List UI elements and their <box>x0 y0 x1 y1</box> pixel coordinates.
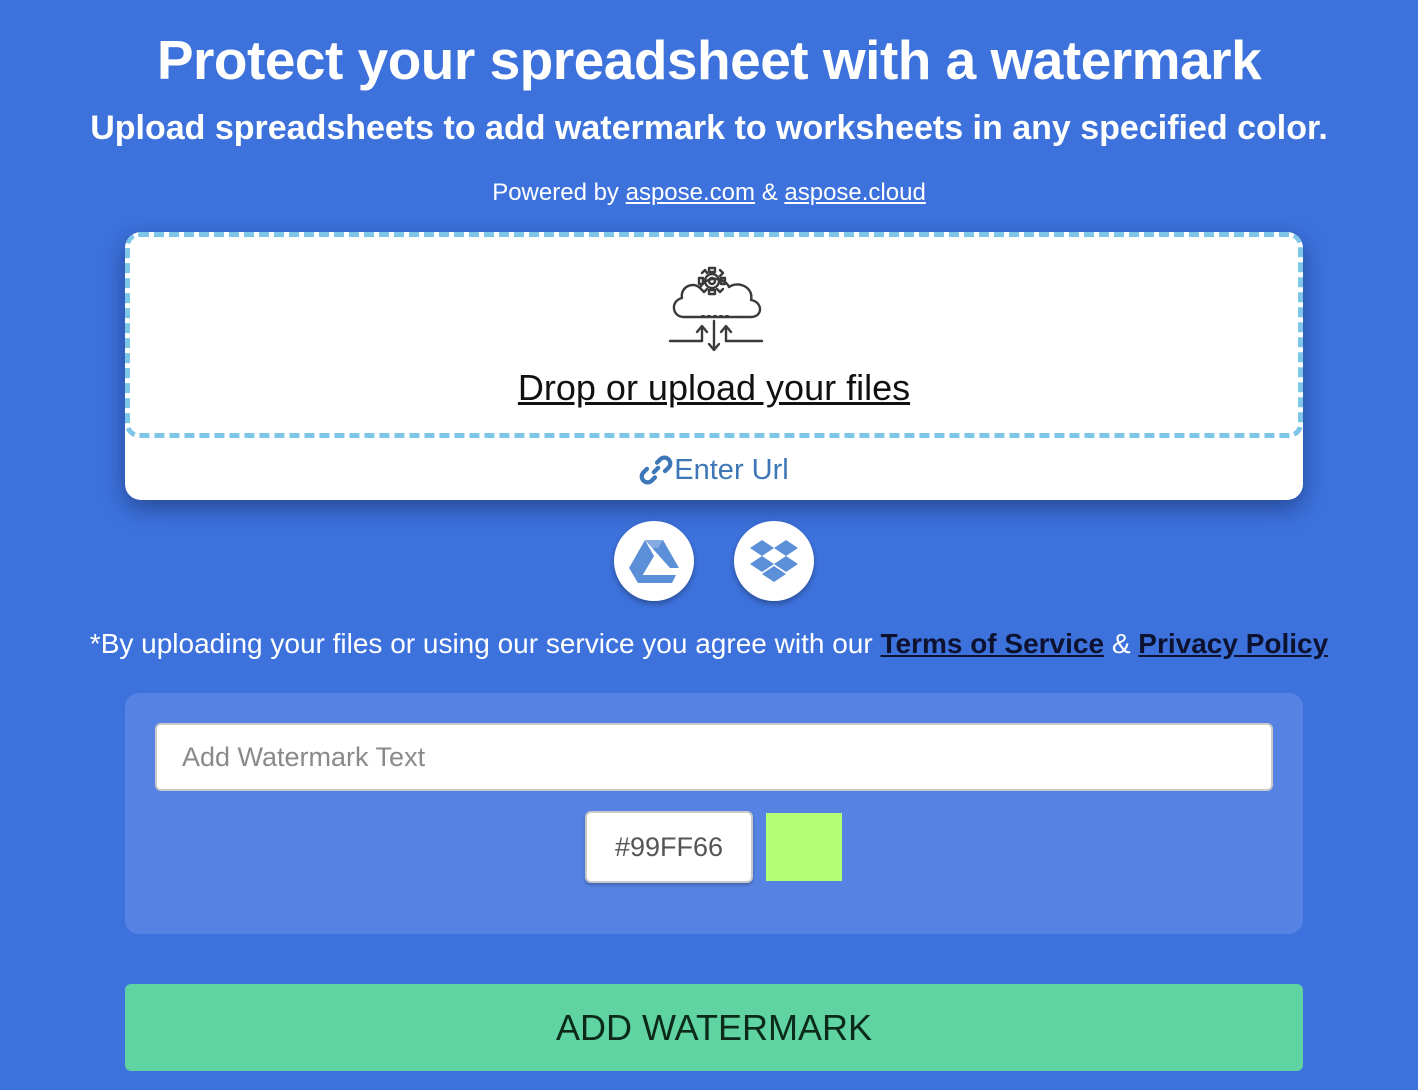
enter-url-label: Enter Url <box>674 453 789 486</box>
link-icon <box>639 455 673 485</box>
powered-by-label: Powered by <box>492 179 619 206</box>
page-subtitle: Upload spreadsheets to add watermark to … <box>90 109 1328 147</box>
upload-files-link[interactable]: Drop or upload your files <box>130 365 1298 411</box>
add-watermark-button[interactable]: ADD WATERMARK <box>125 984 1303 1071</box>
page-title: Protect your spreadsheet with a watermar… <box>156 29 1262 91</box>
file-dropzone[interactable]: Drop or upload your files <box>125 232 1303 438</box>
powered-by-amp: & <box>761 179 778 206</box>
aspose-cloud-link[interactable]: aspose.cloud <box>784 179 925 206</box>
cloud-gear-upload-icon <box>668 266 764 352</box>
color-hex-input[interactable] <box>585 811 753 883</box>
enter-url-button[interactable]: Enter Url <box>125 448 1303 492</box>
terms-of-service-link[interactable]: Terms of Service <box>880 628 1104 659</box>
terms-notice: *By uploading your files or using our se… <box>0 626 1418 662</box>
terms-prefix: *By uploading your files or using our se… <box>89 628 873 659</box>
aspose-com-link[interactable]: aspose.com <box>626 179 755 206</box>
upload-card: Drop or upload your files Enter Url <box>125 232 1303 500</box>
powered-by: Powered by aspose.com & aspose.cloud <box>0 178 1418 208</box>
google-drive-icon <box>629 540 679 583</box>
terms-amp: & <box>1111 628 1131 659</box>
privacy-policy-link[interactable]: Privacy Policy <box>1138 628 1328 659</box>
watermark-options-panel <box>125 693 1303 934</box>
google-drive-button[interactable] <box>614 521 694 601</box>
dropbox-icon <box>750 540 798 582</box>
color-swatch[interactable] <box>766 813 842 881</box>
watermark-text-input[interactable] <box>155 723 1273 791</box>
dropbox-button[interactable] <box>734 521 814 601</box>
